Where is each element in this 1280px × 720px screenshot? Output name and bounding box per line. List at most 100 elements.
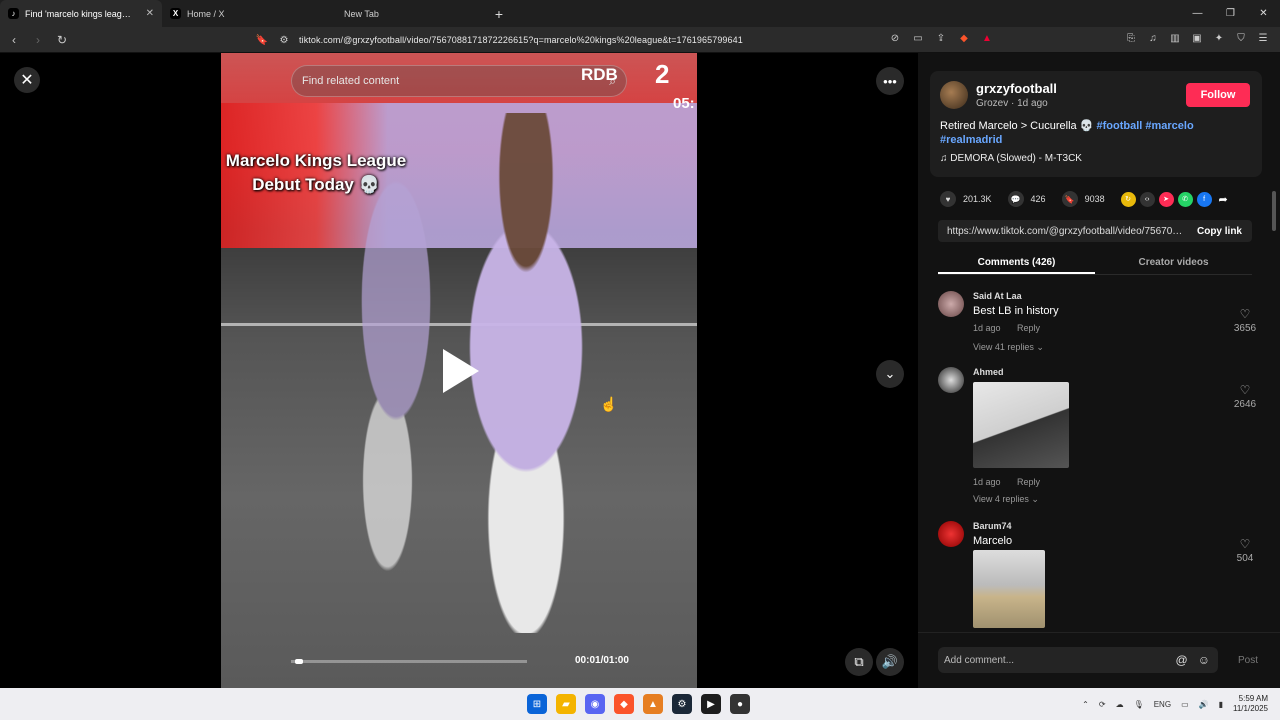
screenshot-icon[interactable]: ⎘ [1124,31,1138,45]
reply-button[interactable]: Reply [1017,477,1040,487]
comment-like[interactable]: ♡ 504 [1230,537,1260,564]
comment-image[interactable] [973,550,1045,628]
repost-icon[interactable]: ↻ [1120,191,1136,207]
follow-button[interactable]: Follow [1186,83,1250,107]
whatsapp-icon[interactable]: ✆ [1177,191,1193,207]
comment-like[interactable]: ♡ 2646 [1230,383,1260,410]
emoji-icon[interactable]: ☺ [1198,653,1210,667]
cast-icon[interactable]: ▭ [911,31,925,45]
heart-icon[interactable]: ♥ [940,191,956,207]
comment-user[interactable]: Ahmed [973,367,1004,377]
network-icon[interactable]: ▭ [1181,700,1189,709]
steam-icon[interactable]: ⚙ [672,694,692,714]
new-tab-button[interactable]: + [486,0,512,27]
progress-handle[interactable] [295,659,303,664]
no-tracking-icon[interactable]: ⊘ [888,31,902,45]
comment-user[interactable]: Said At Laa [973,291,1022,301]
scrollbar-thumb[interactable] [1272,191,1276,231]
comment-list: Said At Laa Best LB in history 1d ago Re… [918,283,1280,632]
volume-button[interactable]: 🔊 [876,648,904,676]
save-stat[interactable]: 🔖 9038 [1061,191,1105,207]
like-stat[interactable]: ♥ 201.3K [940,191,992,207]
app-icon[interactable]: ▲ [643,694,663,714]
heart-outline-icon[interactable]: ♡ [1230,383,1260,397]
tab-new[interactable]: New Tab [324,0,486,27]
file-explorer-icon[interactable]: ▰ [556,694,576,714]
share-arrow-icon[interactable]: ➦ [1216,192,1231,207]
sidebar-icon[interactable]: ▥ [1168,31,1182,45]
heart-outline-icon[interactable]: ♡ [1230,307,1260,321]
post-button[interactable]: Post [1238,655,1258,666]
video-player[interactable]: Find related content ⌕ RDB 2 05: Marcelo… [221,53,697,688]
volume-icon[interactable]: 🔊 [1199,700,1209,709]
video-time: 00:01/01:00 [575,655,629,666]
url-field[interactable]: 🔖 ⚙ tiktok.com/@grxzyfootball/video/7567… [255,30,995,50]
progress-bar[interactable] [291,659,527,664]
brave-icon[interactable]: ◆ [614,694,634,714]
close-window-icon[interactable]: ✕ [1247,0,1280,27]
clock-time: 5:59 AM [1238,694,1268,703]
avatar[interactable] [938,367,964,393]
wallet-icon[interactable]: ▣ [1190,31,1204,45]
tab-tiktok[interactable]: ♪ Find 'marcelo kings league' on T ✕ [0,0,162,27]
minimize-icon[interactable]: — [1181,0,1214,27]
url-text[interactable]: tiktok.com/@grxzyfootball/video/75670881… [299,35,743,45]
tab-creator-videos[interactable]: Creator videos [1095,251,1252,274]
view-replies-button[interactable]: View 41 replies ⌄ [973,342,1044,353]
brave-shield-icon[interactable]: ◆ [957,31,971,45]
discord-icon[interactable]: ◉ [585,694,605,714]
tab-comments[interactable]: Comments (426) [938,251,1095,274]
bookmark-icon[interactable]: 🔖 [1061,191,1078,207]
share-icon[interactable]: ⇪ [934,31,948,45]
username[interactable]: grxzyfootball [976,81,1057,96]
sync-icon[interactable]: ⟳ [1099,700,1106,709]
back-icon[interactable]: ‹ [4,30,24,50]
recording-app-icon[interactable]: ● [730,694,750,714]
microphone-icon[interactable]: 🎙 [1134,700,1144,709]
add-comment-input[interactable]: Add comment... @ ☺ [938,647,1218,673]
share-link[interactable]: https://www.tiktok.com/@grxzyfootball/vi… [947,226,1185,237]
avatar[interactable] [940,81,968,109]
facebook-icon[interactable]: f [1196,191,1212,207]
next-video-button[interactable]: ⌄ [876,360,904,388]
reload-icon[interactable]: ↻ [52,30,72,50]
view-replies-button[interactable]: View 4 replies ⌄ [973,494,1039,505]
close-icon[interactable]: ✕ [14,67,40,93]
forward-icon[interactable]: › [28,30,48,50]
picture-in-picture-button[interactable]: ⧉ [845,648,873,676]
language-indicator[interactable]: ENG [1154,700,1171,709]
comment-stat[interactable]: 💬 426 [1007,191,1046,207]
more-options-button[interactable]: ••• [876,67,904,95]
brave-rewards-icon[interactable]: ▲ [980,31,994,45]
tab-x[interactable]: X Home / X [162,0,324,27]
site-info-icon[interactable]: ⚙ [277,33,291,47]
battery-icon[interactable]: ▮ [1219,700,1223,709]
avatar[interactable] [938,521,964,547]
mention-icon[interactable]: @ [1176,653,1188,667]
cloud-icon[interactable]: ☁ [1116,700,1124,709]
chevron-up-icon[interactable]: ⌃ [1082,700,1089,709]
comment-like[interactable]: ♡ 3656 [1230,307,1260,334]
music-info[interactable]: ♫ DEMORA (Slowed) - M-T3CK [940,153,1082,164]
copy-link-button[interactable]: Copy link [1187,226,1252,237]
leo-icon[interactable]: ✦ [1212,31,1226,45]
music-title[interactable]: DEMORA (Slowed) - M-T3CK [950,153,1082,164]
avatar[interactable] [938,291,964,317]
heart-outline-icon[interactable]: ♡ [1230,537,1260,551]
send-icon[interactable]: ➤ [1158,191,1174,207]
restore-icon[interactable]: ❐ [1214,0,1247,27]
clock[interactable]: 5:59 AM 11/1/2025 [1233,694,1268,714]
play-icon[interactable] [443,349,479,393]
menu-icon[interactable]: ☰ [1256,31,1270,45]
terminal-icon[interactable]: ▶ [701,694,721,714]
close-tab-icon[interactable]: ✕ [146,8,154,19]
embed-icon[interactable]: ‹› [1139,191,1155,207]
bookmark-icon[interactable]: 🔖 [255,33,269,47]
windows-start-icon[interactable]: ⊞ [527,694,547,714]
comment-icon[interactable]: 💬 [1007,191,1024,207]
comment-user[interactable]: Barum74 [973,521,1012,531]
reply-button[interactable]: Reply [1017,323,1040,333]
vpn-icon[interactable]: ⛉ [1234,31,1248,45]
music-icon[interactable]: ♫ [1146,31,1160,45]
comment-image[interactable] [973,382,1069,468]
